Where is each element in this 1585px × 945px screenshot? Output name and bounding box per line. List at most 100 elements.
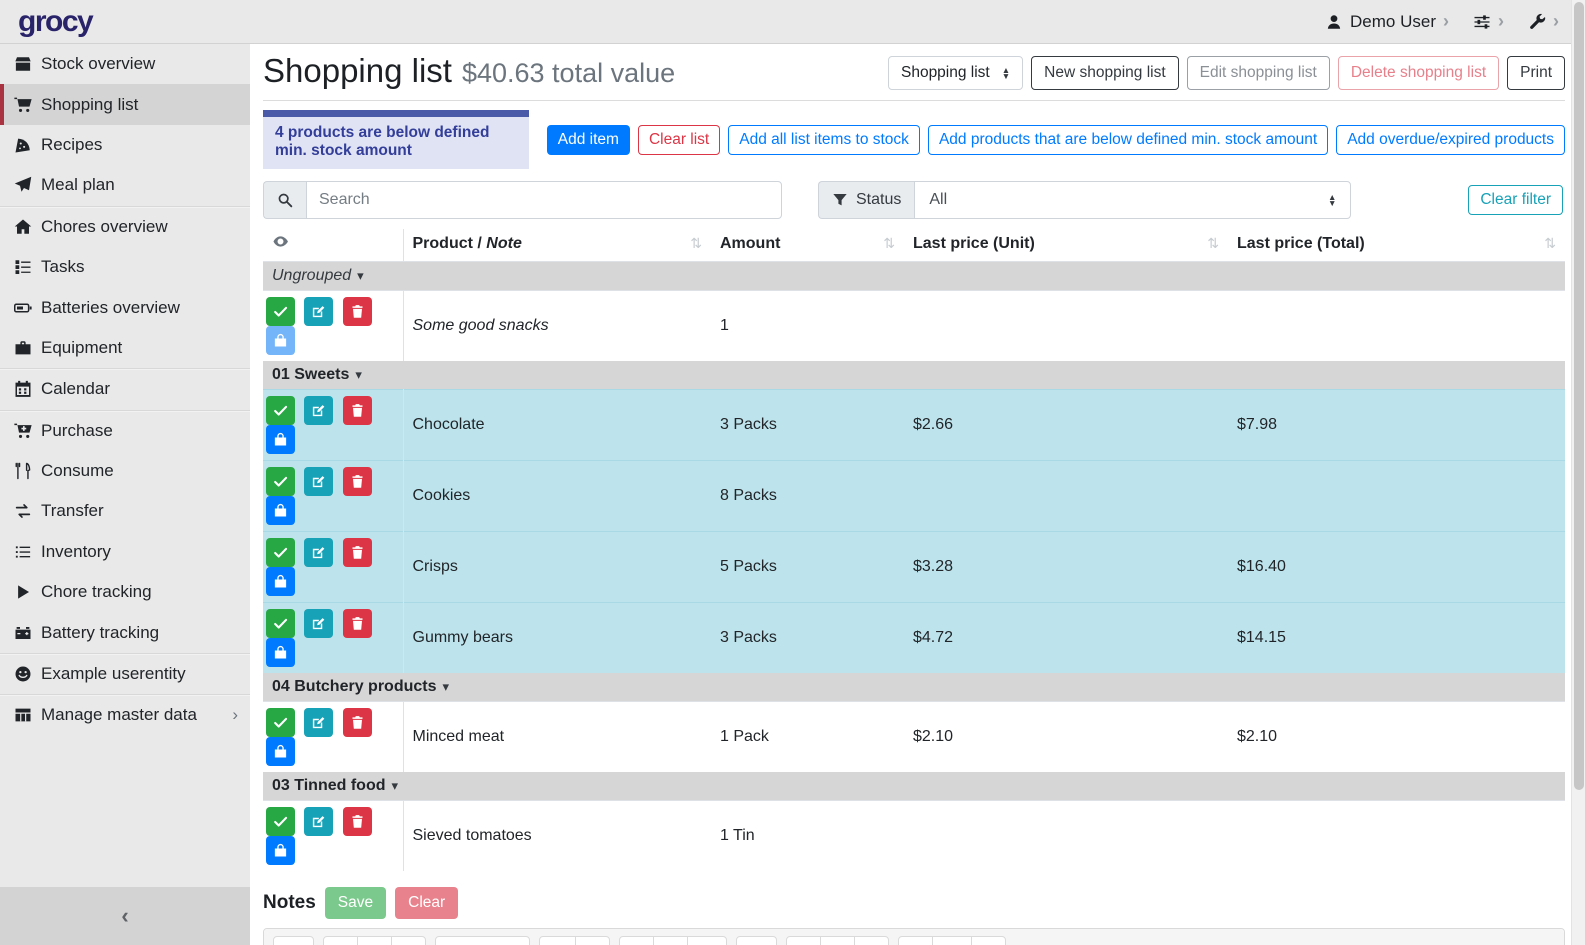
delete-button[interactable]	[343, 538, 372, 567]
sidebar-item-chores-overview[interactable]: Chores overview	[0, 207, 250, 247]
font-color-dropdown-button[interactable]: ▾	[575, 936, 610, 945]
sidebar-item-tasks[interactable]: Tasks	[0, 247, 250, 287]
scrollbar-thumb[interactable]	[1574, 2, 1584, 790]
notes-clear-button[interactable]: Clear	[395, 887, 458, 919]
delete-button[interactable]	[343, 396, 372, 425]
sidebar-item-purchase[interactable]: Purchase	[0, 411, 250, 451]
search-input[interactable]	[306, 181, 782, 219]
done-button[interactable]	[266, 807, 295, 836]
clear-list-button[interactable]: Clear list	[638, 125, 720, 155]
group-row-01-sweets[interactable]: 01 Sweets▾	[263, 361, 1565, 390]
settings-menu[interactable]: ›	[1473, 11, 1504, 32]
column-header-last-price-total[interactable]: Last price (Total) ⇅	[1228, 229, 1565, 262]
insert-picture-button[interactable]	[820, 936, 855, 945]
editor-toolbar: ▾ B U Noto Sans ▾	[264, 929, 1564, 945]
sidebar-item-consume[interactable]: Consume	[0, 451, 250, 491]
sidebar-item-calendar[interactable]: Calendar	[0, 369, 250, 409]
sidebar-item-shopping-list[interactable]: Shopping list	[0, 84, 250, 124]
user-menu[interactable]: Demo User ›	[1325, 11, 1449, 32]
sidebar-item-transfer[interactable]: Transfer	[0, 491, 250, 531]
check-icon	[273, 545, 288, 560]
group-row-04-butchery-products[interactable]: 04 Butchery products▾	[263, 673, 1565, 702]
notes-save-button[interactable]: Save	[325, 887, 386, 919]
new-shopping-list-button[interactable]: New shopping list	[1031, 56, 1178, 90]
delete-button[interactable]	[343, 708, 372, 737]
grocy-logo[interactable]: grocy	[18, 5, 92, 39]
group-row-03-tinned-food[interactable]: 03 Tinned food▾	[263, 772, 1565, 801]
done-button[interactable]	[266, 467, 295, 496]
style-magic-button[interactable]: ▾	[273, 936, 314, 945]
eraser-button[interactable]	[391, 936, 426, 945]
insert-video-button[interactable]	[854, 936, 889, 945]
add-to-stock-button[interactable]	[266, 638, 295, 667]
delete-shopping-list-button[interactable]: Delete shopping list	[1338, 56, 1499, 90]
done-button[interactable]	[266, 396, 295, 425]
sidebar-item-example-userentity[interactable]: Example userentity	[0, 654, 250, 694]
done-button[interactable]	[266, 708, 295, 737]
font-color-button[interactable]: A	[539, 936, 576, 945]
page-title: Shopping list	[263, 52, 452, 90]
unordered-list-button[interactable]	[619, 936, 654, 945]
shopping-list-select[interactable]: Shopping list ▲▼	[888, 56, 1023, 90]
search-icon	[277, 192, 293, 208]
edit-button[interactable]	[304, 538, 333, 567]
sort-icon: ⇅	[690, 235, 702, 252]
table-row: Cookies 8 Packs	[263, 461, 1565, 532]
sidebar-collapse-button[interactable]: ‹	[121, 903, 128, 929]
clear-filter-button[interactable]: Clear filter	[1468, 185, 1563, 215]
sidebar-item-inventory[interactable]: Inventory	[0, 532, 250, 572]
ordered-list-button[interactable]	[653, 936, 688, 945]
delete-button[interactable]	[343, 297, 372, 326]
edit-button[interactable]	[304, 297, 333, 326]
insert-table-button[interactable]: ▾	[736, 936, 777, 945]
add-all-to-stock-button[interactable]: Add all list items to stock	[728, 125, 920, 155]
sidebar-item-equipment[interactable]: Equipment	[0, 328, 250, 368]
delete-button[interactable]	[343, 609, 372, 638]
edit-button[interactable]	[304, 396, 333, 425]
column-header-amount[interactable]: Amount ⇅	[711, 229, 904, 262]
sidebar-item-meal-plan[interactable]: Meal plan	[0, 165, 250, 205]
add-to-stock-button[interactable]	[266, 836, 295, 865]
done-button[interactable]	[266, 609, 295, 638]
add-to-stock-button[interactable]	[266, 567, 295, 596]
sidebar-item-battery-tracking[interactable]: Battery tracking	[0, 612, 250, 652]
sidebar-item-stock-overview[interactable]: Stock overview	[0, 44, 250, 84]
bold-button[interactable]: B	[323, 936, 358, 945]
select-arrows-icon: ▲▼	[1328, 194, 1336, 207]
column-header-product[interactable]: Product / Note ⇅	[403, 229, 711, 262]
edit-shopping-list-button[interactable]: Edit shopping list	[1187, 56, 1330, 90]
sidebar-item-recipes[interactable]: Recipes	[0, 125, 250, 165]
sidebar-item-chore-tracking[interactable]: Chore tracking	[0, 572, 250, 612]
status-select[interactable]: All ▲▼	[914, 181, 1351, 219]
delete-button[interactable]	[343, 467, 372, 496]
paragraph-align-button[interactable]: ▾	[687, 936, 728, 945]
edit-button[interactable]	[304, 807, 333, 836]
done-button[interactable]	[266, 297, 295, 326]
column-header-last-price-unit[interactable]: Last price (Unit) ⇅	[904, 229, 1228, 262]
insert-link-button[interactable]	[786, 936, 821, 945]
sort-icon: ⇅	[883, 235, 895, 252]
help-button[interactable]: ?	[971, 936, 1006, 945]
add-to-stock-button[interactable]	[266, 496, 295, 525]
min-stock-banner[interactable]: 4 products are below defined min. stock …	[263, 110, 529, 169]
print-button[interactable]: Print	[1507, 56, 1565, 90]
sidebar-item-batteries-overview[interactable]: Batteries overview	[0, 287, 250, 327]
add-to-stock-button[interactable]	[266, 425, 295, 454]
done-button[interactable]	[266, 538, 295, 567]
font-family-button[interactable]: Noto Sans ▾	[435, 936, 531, 945]
group-row-ungrouped[interactable]: Ungrouped▾	[263, 262, 1565, 291]
add-item-button[interactable]: Add item	[547, 125, 630, 155]
code-view-button[interactable]: </>	[932, 936, 972, 945]
delete-button[interactable]	[343, 807, 372, 836]
fullscreen-button[interactable]	[898, 936, 933, 945]
sidebar-item-manage-master-data[interactable]: Manage master data ›	[0, 695, 250, 735]
edit-button[interactable]	[304, 467, 333, 496]
shopping-bag-icon	[273, 574, 288, 589]
edit-button[interactable]	[304, 609, 333, 638]
admin-menu[interactable]: ›	[1528, 11, 1559, 32]
add-to-stock-button[interactable]	[266, 737, 295, 766]
edit-button[interactable]	[304, 708, 333, 737]
underline-button[interactable]: U	[357, 936, 392, 945]
add-overdue-button[interactable]: Add overdue/expired products	[1336, 125, 1565, 155]
add-below-min-stock-button[interactable]: Add products that are below defined min.…	[928, 125, 1328, 155]
